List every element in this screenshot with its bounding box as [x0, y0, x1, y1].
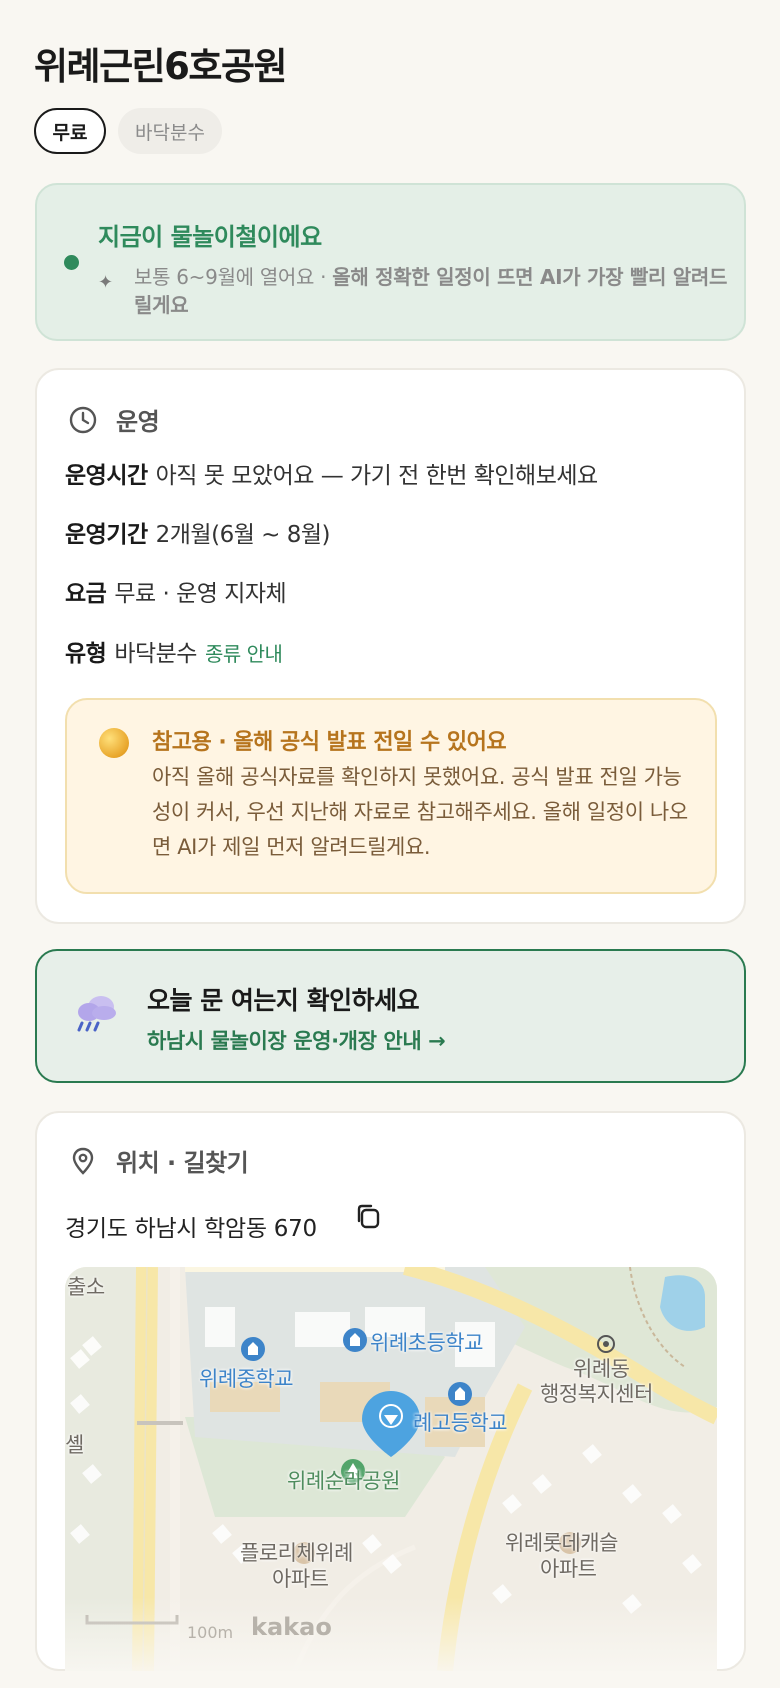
chip-type[interactable]: 바닥분수 — [118, 108, 222, 154]
notice-box: 참고용 · 올해 공식 발표 전일 수 있어요 아직 올해 공식자료를 확인하지… — [65, 698, 717, 894]
open-check-card[interactable]: 오늘 문 여는지 확인하세요 하남시 물놀이장 운영·개장 안내 → — [35, 949, 746, 1083]
sparkle-icon: ✦ — [98, 272, 114, 293]
page-title: 위례근린6호공원 — [34, 45, 288, 88]
map-label-apt2-line2: 아파트 — [540, 1557, 597, 1581]
copy-icon[interactable] — [353, 1201, 383, 1231]
chip-free[interactable]: 무료 — [34, 108, 106, 154]
rain-cloud-icon — [77, 996, 116, 1032]
period-value: 2개월(6월 ~ 8월) — [155, 522, 331, 548]
hours-row: 운영시간 아직 못 모았어요 — 가기 전 한번 확인해보세요 — [65, 456, 598, 490]
clock-icon — [69, 406, 97, 433]
fee-value: 무료 · 운영 지자체 — [114, 581, 287, 607]
season-title: 지금이 물놀이철이에요 — [98, 223, 322, 251]
map-label-police: 출소 — [67, 1275, 105, 1299]
period-row: 운영기간 2개월(6월 ~ 8월) — [65, 515, 331, 549]
open-check-link[interactable]: 하남시 물놀이장 운영·개장 안내 → — [147, 1025, 446, 1055]
operations-card: 운영 운영시간 아직 못 모았어요 — 가기 전 한번 확인해보세요 운영기간 2개… — [35, 368, 746, 924]
period-key: 운영기간 — [65, 522, 148, 548]
type-value: 바닥분수 — [114, 641, 197, 667]
location-heading: 위치 · 길찾기 — [116, 1149, 249, 1177]
map-label-apt1-line2: 아파트 — [272, 1567, 329, 1591]
map[interactable]: 출소 위례중학교 위례초등학교 례고등학교 위례동 행정복지센터 위례순라공원 … — [65, 1267, 717, 1671]
map-label-edge: 셸 — [65, 1433, 84, 1457]
map-label-high-school: 례고등학교 — [413, 1411, 508, 1435]
map-label-elementary-school: 위례초등학교 — [370, 1331, 483, 1355]
location-card: 위치 · 길찾기 경기도 하남시 학암동 670 출소 위례중학교 위례초등학교… — [35, 1111, 746, 1671]
map-pin-icon — [72, 1147, 94, 1175]
map-label-park: 위례순라공원 — [287, 1469, 400, 1493]
address-text: 경기도 하남시 학암동 670 — [65, 1216, 317, 1242]
hours-key: 운영시간 — [65, 463, 148, 489]
type-row: 유형 바닥분수 종류 안내 — [65, 634, 283, 668]
location-header: 위치 · 길찾기 — [68, 1143, 249, 1178]
operations-header: 운영 — [68, 402, 160, 437]
operations-heading: 운영 — [116, 408, 160, 436]
season-desc-plain: 보통 6~9월에 열어요 · — [134, 265, 333, 289]
fee-row: 요금 무료 · 운영 지자체 — [65, 574, 287, 608]
type-key: 유형 — [65, 641, 107, 667]
page: 위례근린6호공원 무료 바닥분수 지금이 물놀이철이에요 ✦ 보통 6~9월에 … — [0, 0, 780, 1688]
map-provider-logo: kakao — [251, 1613, 332, 1641]
status-dot-icon — [64, 255, 79, 270]
season-card: 지금이 물놀이철이에요 ✦ 보통 6~9월에 열어요 · 올해 정확한 일정이 … — [35, 183, 746, 341]
fee-key: 요금 — [65, 581, 107, 607]
hours-value: 아직 못 모았어요 — 가기 전 한번 확인해보세요 — [155, 463, 599, 489]
notice-title: 참고용 · 올해 공식 발표 전일 수 있어요 — [152, 730, 507, 755]
map-label-community-center-2: 행정복지센터 — [540, 1382, 653, 1406]
open-check-title: 오늘 문 여는지 확인하세요 — [147, 986, 420, 1015]
moon-icon — [99, 728, 129, 758]
season-desc: 보통 6~9월에 열어요 · 올해 정확한 일정이 뜨면 AI가 가장 빨리 알… — [134, 263, 734, 319]
map-scale-label: 100m — [187, 1623, 234, 1642]
type-guide-link[interactable]: 종류 안내 — [205, 642, 283, 666]
notice-body: 아직 올해 공식자료를 확인하지 못했어요. 공식 발표 전일 가능성이 커서,… — [152, 765, 688, 859]
map-label-middle-school: 위례중학교 — [199, 1367, 294, 1391]
